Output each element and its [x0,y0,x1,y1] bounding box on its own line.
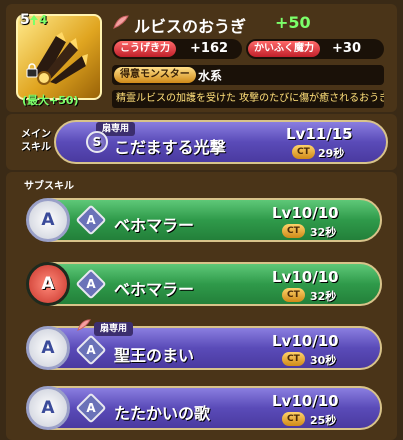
weapon-plus: 4 [39,13,48,27]
fan-weapon-icon [32,32,88,85]
sub-skill-name: 聖王のまい [114,346,195,365]
skill-rank-a-icon: A [75,334,107,366]
sub-skill-row[interactable]: A ベホマラー Lv10/10 CT 32秒 [30,198,382,242]
up-arrow-icon [30,15,38,25]
sub-skill-slot-a-icon[interactable]: A [26,326,70,370]
sub-skill-ct-label: CT [282,224,305,238]
skill-rank-s-icon: S [86,131,108,153]
weapon-description: 精霊ルビスの加護を受けた 攻撃のたびに傷が癒されるおうぎ [112,90,384,108]
stat-attack-label: こうげき力 [114,41,176,57]
sub-skill-row[interactable]: 扇専用 A 聖王のまい Lv10/10 CT 30秒 [30,319,382,370]
fan-category-icon [77,319,91,332]
main-skill-label-line1: メイン [21,129,51,140]
weapon-detail-screen: 5 4 (最大+50) ルビスのおうぎ +50 こうげき力 +162 かいふく魔… [0,0,403,440]
weapon-name-plus: +50 [275,13,311,32]
favored-monster-row: 得意モンスター 水系 [112,65,384,85]
sub-skill-ct-label: CT [282,412,305,426]
sub-skill-slot-a-icon[interactable]: A [26,386,70,430]
sub-skill-exclusive-badge: 扇専用 [94,322,134,336]
sub-skill-level: Lv10/10 [272,204,339,222]
main-skill-ct-label: CT [292,145,315,159]
main-skill-ct-value: 29秒 [318,147,345,160]
max-plus-label: (最大+50) [22,94,79,107]
weapon-name: ルビスのおうぎ [134,17,247,36]
sub-skill-row[interactable]: A たたかいの歌 Lv10/10 CT 25秒 [30,386,382,430]
sub-skill-level: Lv10/10 [272,332,339,350]
sub-skill-name: ベホマラー [114,216,195,235]
stat-heal: かいふく魔力 +30 [246,39,384,59]
sub-skill-row[interactable]: A ベホマラー Lv10/10 CT 32秒 [30,262,382,306]
sub-skill-level: Lv10/10 [272,392,339,410]
sub-skill-slot-a-icon[interactable]: A [26,198,70,242]
favored-monster-label: 得意モンスター [114,67,196,83]
main-skill-name: こだまする光撃 [114,138,226,157]
sub-skill-slot-a-icon[interactable]: A [26,262,70,306]
stat-heal-value: +30 [332,41,361,56]
sub-skill-level: Lv10/10 [272,268,339,286]
main-skill-level: Lv11/15 [286,125,353,143]
sub-skill-name: ベホマラー [114,280,195,299]
sub-skill-ct-value: 25秒 [310,414,337,427]
stat-attack: こうげき力 +162 [112,39,242,59]
fan-category-icon [113,15,129,29]
sub-skill-ct-value: 32秒 [310,226,337,239]
skill-rank-a-icon: A [75,204,107,236]
sub-skill-header: サブスキル [24,181,74,192]
main-skill-bar[interactable]: 扇専用 S こだまする光撃 Lv11/15 CT 29秒 [54,120,388,164]
sub-skill-ct-label: CT [282,352,305,366]
skill-rank-a-icon: A [75,268,107,300]
skill-rank-a-icon: A [75,392,107,424]
weapon-card: 5 4 (最大+50) ルビスのおうぎ +50 こうげき力 +162 かいふく魔… [6,4,397,112]
sub-skill-name: たたかいの歌 [114,404,211,423]
lock-icon[interactable] [24,62,40,78]
sub-skill-ct-label: CT [282,288,305,302]
stat-heal-label: かいふく魔力 [248,41,320,57]
main-skill-section-label: メイン スキル [16,128,56,154]
sub-skill-ct-value: 32秒 [310,290,337,303]
main-skill-label-line2: スキル [21,142,51,153]
weapon-rank: 5 [20,12,30,28]
favored-monster-value: 水系 [198,69,223,83]
sub-skill-ct-value: 30秒 [310,354,337,367]
stat-attack-value: +162 [190,41,229,56]
main-skill-section: メイン スキル 扇専用 S こだまする光撃 Lv11/15 CT 29秒 [6,114,397,170]
